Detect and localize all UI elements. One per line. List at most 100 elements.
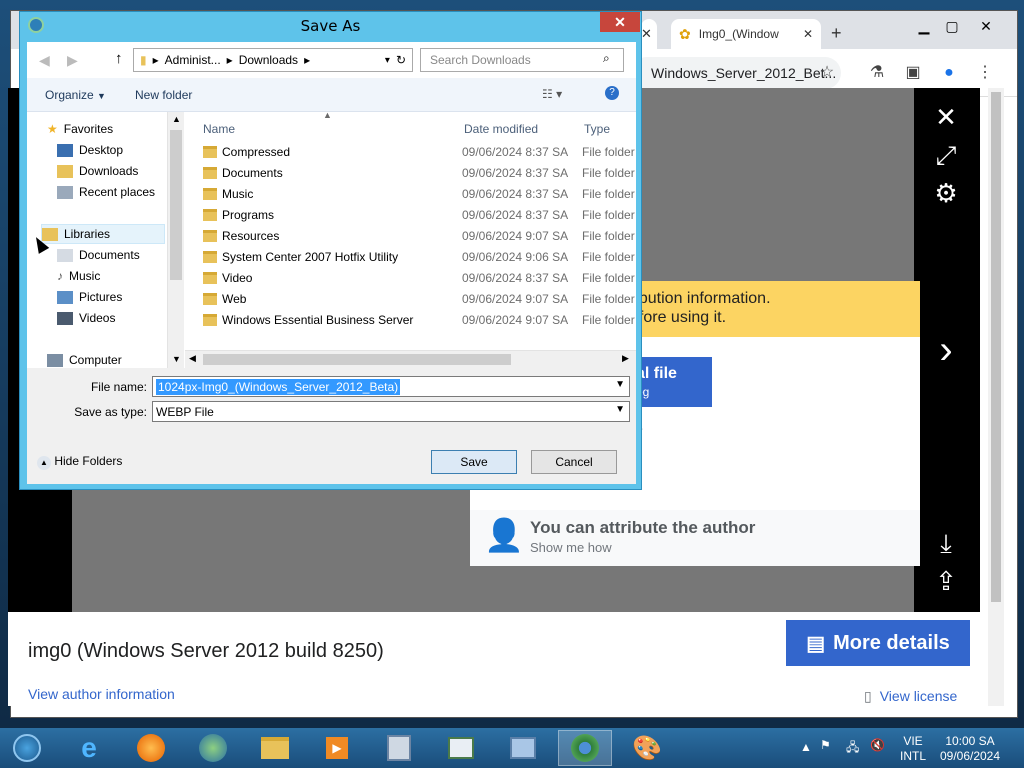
list-item[interactable]: Documents 09/06/2024 8:37 SA File folder — [203, 163, 636, 184]
search-icon[interactable]: ⌕ — [603, 51, 610, 66]
chevron-down-icon[interactable]: ▼ — [615, 379, 625, 390]
original-file-button[interactable]: al file eg ▾ — [630, 357, 738, 407]
nav-favorites[interactable]: ★ Favorites — [47, 122, 113, 136]
breadcrumb-downloads[interactable]: Downloads — [239, 53, 298, 67]
list-item[interactable]: Video 09/06/2024 8:37 SA File folder — [203, 268, 636, 289]
list-item[interactable]: Programs 09/06/2024 8:37 SA File folder — [203, 205, 636, 226]
more-details-button[interactable]: ▤ More details — [786, 620, 970, 666]
list-item[interactable]: Web 09/06/2024 9:07 SA File folder — [203, 289, 636, 310]
hide-folders-button[interactable]: ▲ Hide Folders — [37, 454, 122, 470]
nav-downloads[interactable]: Downloads — [57, 164, 138, 178]
column-name[interactable]: Name — [203, 122, 235, 136]
libraries-icon — [42, 227, 58, 241]
profile-icon[interactable]: ● — [939, 63, 959, 83]
taskbar-media[interactable]: ▶ — [310, 730, 364, 766]
taskbar-globe[interactable] — [186, 730, 240, 766]
cancel-button[interactable]: Cancel — [531, 450, 617, 474]
bookmark-star-icon[interactable]: ☆ — [817, 63, 837, 83]
nav-scrollbar[interactable]: ▲ ▼ — [167, 112, 184, 368]
address-breadcrumb[interactable]: ▮ ▸ Administ... ▸ Downloads ▸ ▾ ↻ — [133, 48, 413, 72]
nav-documents[interactable]: Documents — [57, 248, 140, 262]
dialog-close-button[interactable]: ✕ — [600, 12, 640, 32]
music-icon: ♪ — [57, 269, 63, 283]
nav-libraries[interactable]: Libraries — [41, 224, 165, 244]
attribute-author-row[interactable]: 👤 You can attribute the author Show me h… — [470, 510, 920, 566]
nav-recent[interactable]: Recent places — [57, 185, 155, 199]
labs-flask-icon[interactable]: ⚗ — [867, 63, 887, 83]
action-center-flag-icon[interactable]: ⚑ — [820, 738, 831, 752]
tab-previous[interactable]: ✕ — [641, 19, 657, 49]
taskbar-chrome[interactable] — [558, 730, 612, 766]
back-icon[interactable]: ◀ — [39, 52, 50, 69]
taskbar-event-viewer[interactable] — [434, 730, 488, 766]
tab-close-icon[interactable]: ✕ — [641, 26, 652, 42]
column-type[interactable]: Type — [584, 122, 610, 136]
search-input[interactable]: Search Downloads — [420, 48, 624, 72]
taskbar-paint[interactable]: 🎨 — [620, 730, 674, 766]
filename-field[interactable]: 1024px-Img0_(Windows_Server_2012_Beta) ▼ — [152, 376, 630, 397]
share-icon[interactable]: ⇪ — [926, 566, 966, 597]
close-icon[interactable]: ✕ — [969, 15, 1003, 37]
side-panel-icon[interactable]: ▣ — [903, 63, 923, 83]
nav-music[interactable]: ♪ Music — [57, 269, 100, 283]
list-item[interactable]: Music 09/06/2024 8:37 SA File folder — [203, 184, 636, 205]
savetype-select[interactable]: WEBP File ▼ — [152, 401, 630, 422]
download-icon[interactable]: ⤓ — [926, 528, 966, 560]
chevron-down-icon[interactable]: ▾ — [385, 55, 390, 66]
recent-places-icon — [57, 185, 73, 199]
author-link[interactable]: View author information — [28, 686, 175, 702]
start-button[interactable] — [0, 730, 54, 766]
list-item[interactable]: Windows Essential Business Server 09/06/2… — [203, 310, 636, 331]
menu-kebab-icon[interactable]: ⋮ — [975, 63, 995, 83]
page-scrollbar[interactable] — [988, 88, 1004, 706]
taskbar-control-panel[interactable] — [496, 730, 550, 766]
scrollbar-thumb[interactable] — [203, 354, 511, 365]
view-options-icon[interactable]: ☷ ▾ — [542, 87, 562, 101]
computer-icon — [47, 353, 63, 367]
save-button[interactable]: Save — [431, 450, 517, 474]
close-icon[interactable]: ✕ — [926, 102, 966, 133]
address-bar[interactable]: Windows_Server_2012_Bet... — [631, 57, 841, 89]
maximize-icon[interactable]: ▢ — [935, 15, 969, 37]
nav-computer[interactable]: Computer — [47, 353, 122, 367]
up-arrow-icon[interactable]: ↑ — [115, 50, 123, 67]
fullscreen-icon[interactable]: ⤢ — [926, 140, 966, 172]
scroll-down-icon[interactable]: ▼ — [172, 354, 181, 364]
nav-desktop[interactable]: Desktop — [57, 143, 123, 157]
scroll-right-icon[interactable]: ▶ — [622, 353, 629, 364]
refresh-icon[interactable]: ↻ — [396, 53, 406, 67]
chevron-down-icon[interactable]: ▼ — [615, 404, 625, 415]
tab-close-icon[interactable]: ✕ — [803, 27, 813, 41]
new-tab-icon[interactable]: + — [831, 23, 842, 44]
license-link[interactable]: ▯ View license — [864, 688, 957, 705]
column-date[interactable]: Date modified — [464, 122, 538, 136]
gear-icon[interactable]: ⚙ — [926, 178, 966, 209]
file-hscrollbar[interactable]: ◀ ▶ — [185, 350, 636, 368]
new-folder-button[interactable]: New folder — [135, 88, 192, 102]
nav-videos[interactable]: Videos — [57, 311, 115, 325]
nav-pictures[interactable]: Pictures — [57, 290, 122, 304]
taskbar-explorer[interactable] — [248, 730, 302, 766]
scroll-left-icon[interactable]: ◀ — [189, 353, 196, 364]
clock[interactable]: 10:00 SA 09/06/2024 — [938, 734, 1002, 764]
taskbar-server-manager[interactable] — [372, 730, 426, 766]
scrollbar-thumb[interactable] — [991, 92, 1001, 602]
folder-icon — [203, 167, 217, 179]
taskbar-ie[interactable]: e — [62, 730, 116, 766]
volume-muted-icon[interactable]: 🔇 — [870, 738, 885, 752]
organize-button[interactable]: Organize ▼ — [45, 88, 106, 102]
scrollbar-thumb[interactable] — [170, 130, 182, 280]
list-item[interactable]: System Center 2007 Hotfix Utility 09/06/2… — [203, 247, 636, 268]
language-indicator[interactable]: VIE INTL — [898, 734, 928, 764]
breadcrumb-admin[interactable]: Administ... — [165, 53, 221, 67]
list-item[interactable]: Resources 09/06/2024 9:07 SA File folder — [203, 226, 636, 247]
taskbar-firefox[interactable] — [124, 730, 178, 766]
help-icon[interactable]: ? — [605, 86, 619, 100]
list-item[interactable]: Compressed 09/06/2024 8:37 SA File folder — [203, 142, 636, 163]
tab-img0[interactable]: ✿ Img0_(Window ✕ — [671, 19, 821, 49]
tray-overflow-icon[interactable]: ▲ — [800, 740, 812, 754]
chevron-right-icon[interactable]: › — [926, 328, 966, 373]
forward-icon[interactable]: ▶ — [67, 52, 78, 69]
scroll-up-icon[interactable]: ▲ — [172, 114, 181, 124]
network-icon[interactable]: 🖧 — [846, 738, 859, 759]
